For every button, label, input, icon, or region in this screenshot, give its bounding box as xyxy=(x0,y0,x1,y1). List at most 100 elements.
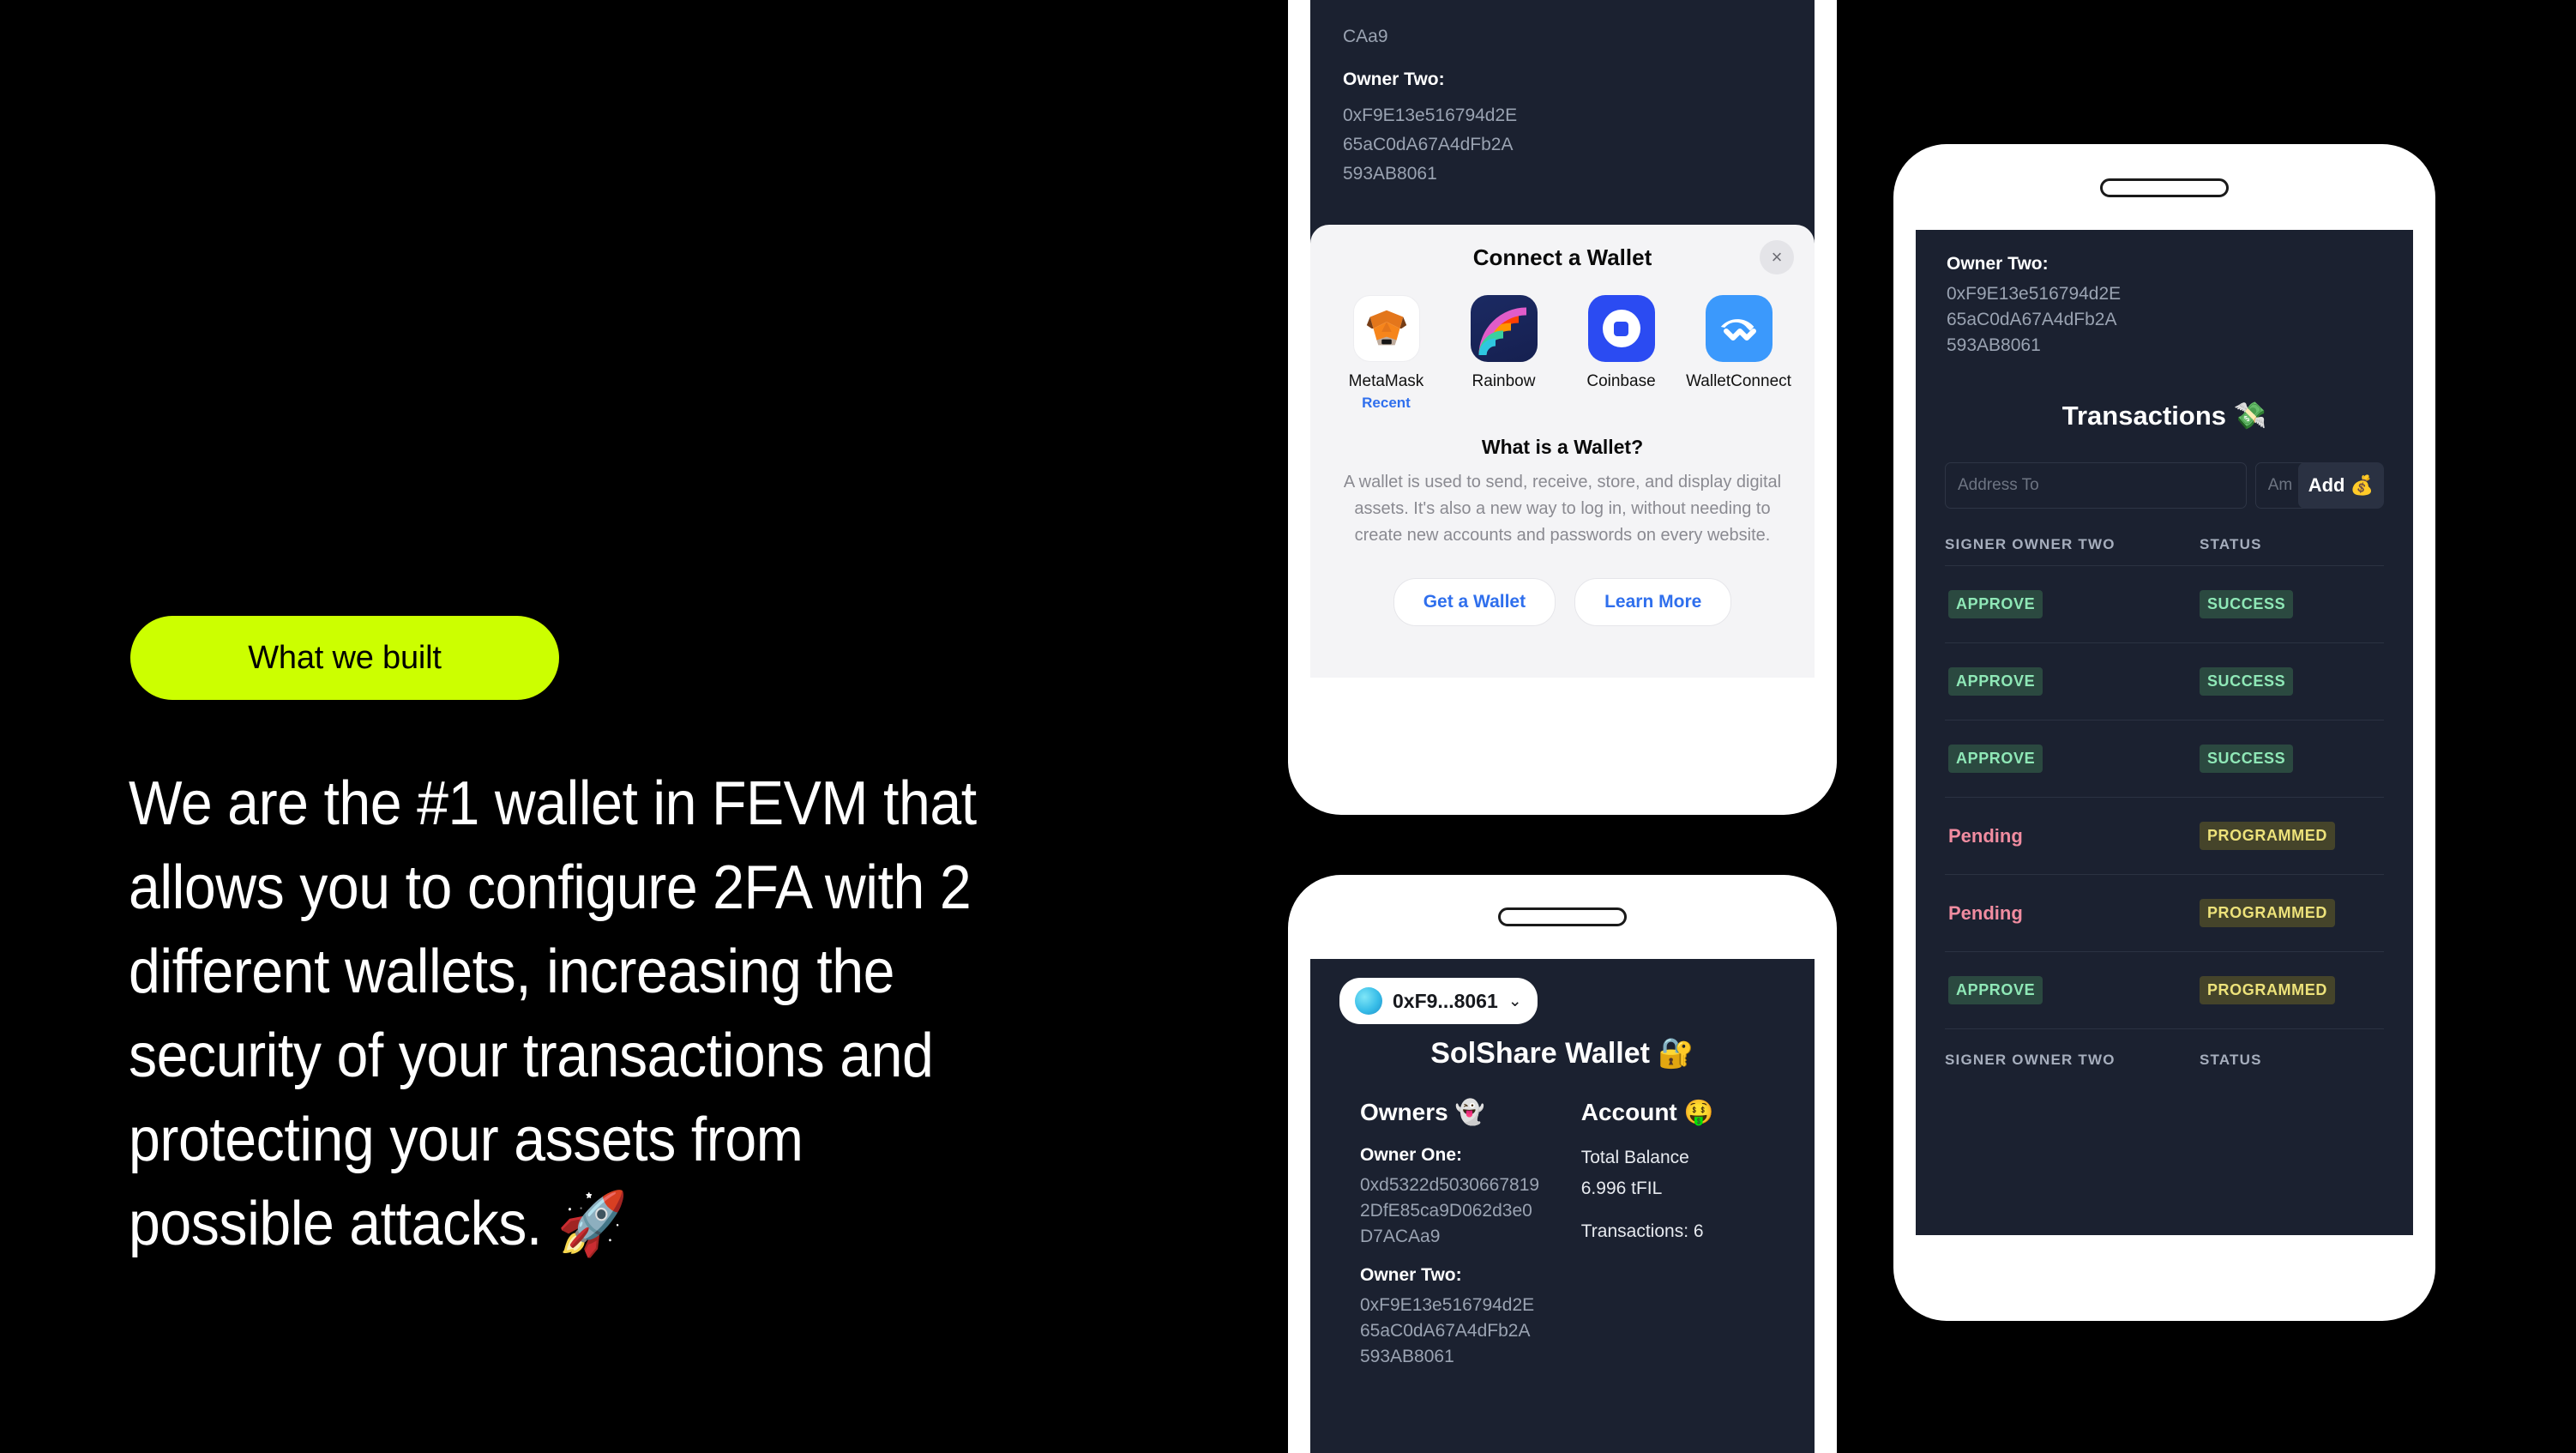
owner-two-address: 0xF9E13e516794d2E65aC0dA67A4dFb2A593AB80… xyxy=(1360,1295,1535,1366)
status-badge: SUCCESS xyxy=(2199,590,2294,618)
phone-screen-transactions: Owner Two: 0xF9E13e516794d2E65aC0dA67A4d… xyxy=(1916,230,2413,1235)
account-column: Account 🤑 Total Balance 6.996 tFIL Trans… xyxy=(1573,1098,1815,1370)
table-header-row: SIGNER OWNER TWO STATUS xyxy=(1945,536,2384,565)
transactions-table: SIGNER OWNER TWO STATUS APPROVE SUCCESS AP… xyxy=(1916,536,2413,1069)
approve-button[interactable]: APPROVE xyxy=(1948,745,2043,773)
table-row: APPROVE SUCCESS xyxy=(1945,720,2384,797)
page-title: We are the #1 wallet in FEVM that allows… xyxy=(129,769,977,1258)
owners-heading: Owners 👻 xyxy=(1360,1099,1485,1125)
account-address-short: 0xF9...8061 xyxy=(1393,989,1498,1012)
cell-signer: Pending xyxy=(1945,825,2200,847)
modal-header: Connect a Wallet × xyxy=(1310,225,1815,290)
metamask-icon xyxy=(1352,295,1420,362)
cell-signer: APPROVE xyxy=(1945,667,2200,696)
owner-two-label: Owner Two: xyxy=(1343,69,1445,89)
coinbase-icon xyxy=(1587,295,1655,362)
transactions-count: Transactions: 6 xyxy=(1580,1221,1704,1241)
owner-two-address: 0xF9E13e516794d2E65aC0dA67A4dFb2A593AB80… xyxy=(1947,284,2122,355)
approve-button[interactable]: APPROVE xyxy=(1948,590,2043,618)
what-is-a-wallet-title: What is a Wallet? xyxy=(1481,436,1644,458)
close-icon[interactable]: × xyxy=(1760,240,1794,274)
get-a-wallet-button[interactable]: Get a Wallet xyxy=(1393,578,1556,626)
rainbow-icon xyxy=(1470,295,1538,362)
wallet-option-metamask[interactable]: MetaMask Recent xyxy=(1331,295,1442,412)
column-footer-signer: SIGNER OWNER TWO xyxy=(1945,1052,2116,1068)
cell-status: SUCCESS xyxy=(2199,667,2384,696)
badge-label: What we built xyxy=(248,639,442,676)
phone-mockup-solshare-wallet: 0xF9...8061 ⌄ SolShare Wallet 🔐 Owners 👻… xyxy=(1288,875,1837,1453)
add-transaction-form: Add 💰 xyxy=(1916,462,2413,509)
owner-two-block: Owner Two: 0xF9E13e516794d2E65aC0dA67A4d… xyxy=(1916,230,2413,359)
wallet-label: Rainbow xyxy=(1472,372,1536,390)
wallet-options-list: MetaMask Recent Rainbow Coinbase WalletC… xyxy=(1310,290,1815,412)
cell-status: PROGRAMMED xyxy=(2199,899,2384,927)
account-heading: Account 🤑 xyxy=(1580,1099,1714,1125)
column-footer-status: STATUS xyxy=(2199,1052,2262,1068)
wallet-label: Coinbase xyxy=(1586,372,1656,390)
owner-two-label: Owner Two: xyxy=(1360,1265,1462,1285)
wallet-option-walletconnect[interactable]: WalletConnect xyxy=(1683,295,1795,412)
what-we-built-badge: What we built xyxy=(130,616,559,700)
walletconnect-icon xyxy=(1705,295,1773,362)
what-is-a-wallet-section: What is a Wallet? A wallet is used to se… xyxy=(1310,412,1815,626)
slide-root: What we built We are the #1 wallet in FE… xyxy=(0,0,2576,1453)
table-row: Pending PROGRAMMED xyxy=(1945,874,2384,951)
phone-screen-connect: CAa9 Owner Two: 0xF9E13e516794d2E65aC0dA… xyxy=(1310,0,1815,678)
column-header-status: STATUS xyxy=(2199,536,2262,552)
wallet-option-coinbase[interactable]: Coinbase xyxy=(1566,295,1677,412)
approve-button[interactable]: APPROVE xyxy=(1948,976,2043,1004)
cell-status: PROGRAMMED xyxy=(2199,822,2384,850)
owner-one-label: Owner One: xyxy=(1360,1145,1463,1165)
avatar xyxy=(1355,987,1382,1015)
cell-signer: Pending xyxy=(1945,902,2200,925)
total-balance-value: 6.996 tFIL xyxy=(1580,1179,1663,1198)
transactions-title: Transactions 💸 xyxy=(2061,401,2267,431)
status-badge: SUCCESS xyxy=(2199,667,2294,696)
phone-screen-wallet: 0xF9...8061 ⌄ SolShare Wallet 🔐 Owners 👻… xyxy=(1310,959,1815,1453)
wallet-label: MetaMask xyxy=(1348,372,1424,390)
owner-one-address: 0xd5322d50306678192DfE85ca9D062d3e0D7ACA… xyxy=(1360,1175,1540,1246)
owner-one-address-tail: CAa9 xyxy=(1343,27,1388,46)
table-body: APPROVE SUCCESS APPROVE SUCCESS APPROVE SUCCE… xyxy=(1945,565,2384,1028)
wallet-recent-tag: Recent xyxy=(1362,395,1411,411)
owner-two-address: 0xF9E13e516794d2E65aC0dA67A4dFb2A593AB80… xyxy=(1343,106,1518,184)
wallet-cta-row: Get a Wallet Learn More xyxy=(1339,578,1785,626)
cell-status: PROGRAMMED xyxy=(2199,976,2384,1004)
wallet-option-rainbow[interactable]: Rainbow xyxy=(1448,295,1560,412)
modal-title: Connect a Wallet xyxy=(1472,244,1652,270)
cell-status: SUCCESS xyxy=(2199,745,2384,773)
account-chip[interactable]: 0xF9...8061 ⌄ xyxy=(1339,978,1538,1024)
wallet-title: SolShare Wallet 🔐 xyxy=(1430,1037,1694,1070)
status-badge: PROGRAMMED xyxy=(2199,822,2335,850)
phone-notch xyxy=(2100,178,2229,197)
column-header-signer: SIGNER OWNER TWO xyxy=(1945,536,2116,552)
connect-wallet-modal: Connect a Wallet × MetaMask Recent Rainb… xyxy=(1310,225,1815,678)
status-badge: PROGRAMMED xyxy=(2199,976,2335,1004)
table-row: APPROVE SUCCESS xyxy=(1945,565,2384,642)
cell-signer: APPROVE xyxy=(1945,590,2200,618)
status-badge: SUCCESS xyxy=(2199,745,2294,773)
wallet-detail-columns: Owners 👻 Owner One: 0xd5322d50306678192D… xyxy=(1310,1070,1815,1370)
address-to-input[interactable] xyxy=(1945,462,2247,509)
table-row: APPROVE PROGRAMMED xyxy=(1945,951,2384,1028)
status-badge: PROGRAMMED xyxy=(2199,899,2335,927)
pending-text: Pending xyxy=(1948,901,2023,924)
cell-signer: APPROVE xyxy=(1945,976,2200,1004)
phone-notch xyxy=(1498,907,1627,926)
phone-mockup-transactions: Owner Two: 0xF9E13e516794d2E65aC0dA67A4d… xyxy=(1893,144,2435,1321)
phone-mockup-connect-wallet: CAa9 Owner Two: 0xF9E13e516794d2E65aC0dA… xyxy=(1288,0,1837,815)
wallet-label: WalletConnect xyxy=(1686,372,1791,390)
left-content-panel: What we built We are the #1 wallet in FE… xyxy=(0,0,1288,1453)
learn-more-button[interactable]: Learn More xyxy=(1574,578,1732,626)
what-is-a-wallet-body: A wallet is used to send, receive, store… xyxy=(1343,473,1782,545)
total-balance-label: Total Balance xyxy=(1580,1148,1689,1167)
approve-button[interactable]: APPROVE xyxy=(1948,667,2043,696)
owner-two-label: Owner Two: xyxy=(1947,254,2049,274)
wallet-owner-block: CAa9 Owner Two: 0xF9E13e516794d2E65aC0dA… xyxy=(1310,0,1815,189)
pending-text: Pending xyxy=(1948,824,2023,847)
add-transaction-button[interactable]: Add 💰 xyxy=(2297,462,2384,509)
chevron-down-icon: ⌄ xyxy=(1508,992,1522,1010)
cell-signer: APPROVE xyxy=(1945,745,2200,773)
owners-column: Owners 👻 Owner One: 0xd5322d50306678192D… xyxy=(1310,1098,1573,1370)
table-row: APPROVE SUCCESS xyxy=(1945,642,2384,720)
